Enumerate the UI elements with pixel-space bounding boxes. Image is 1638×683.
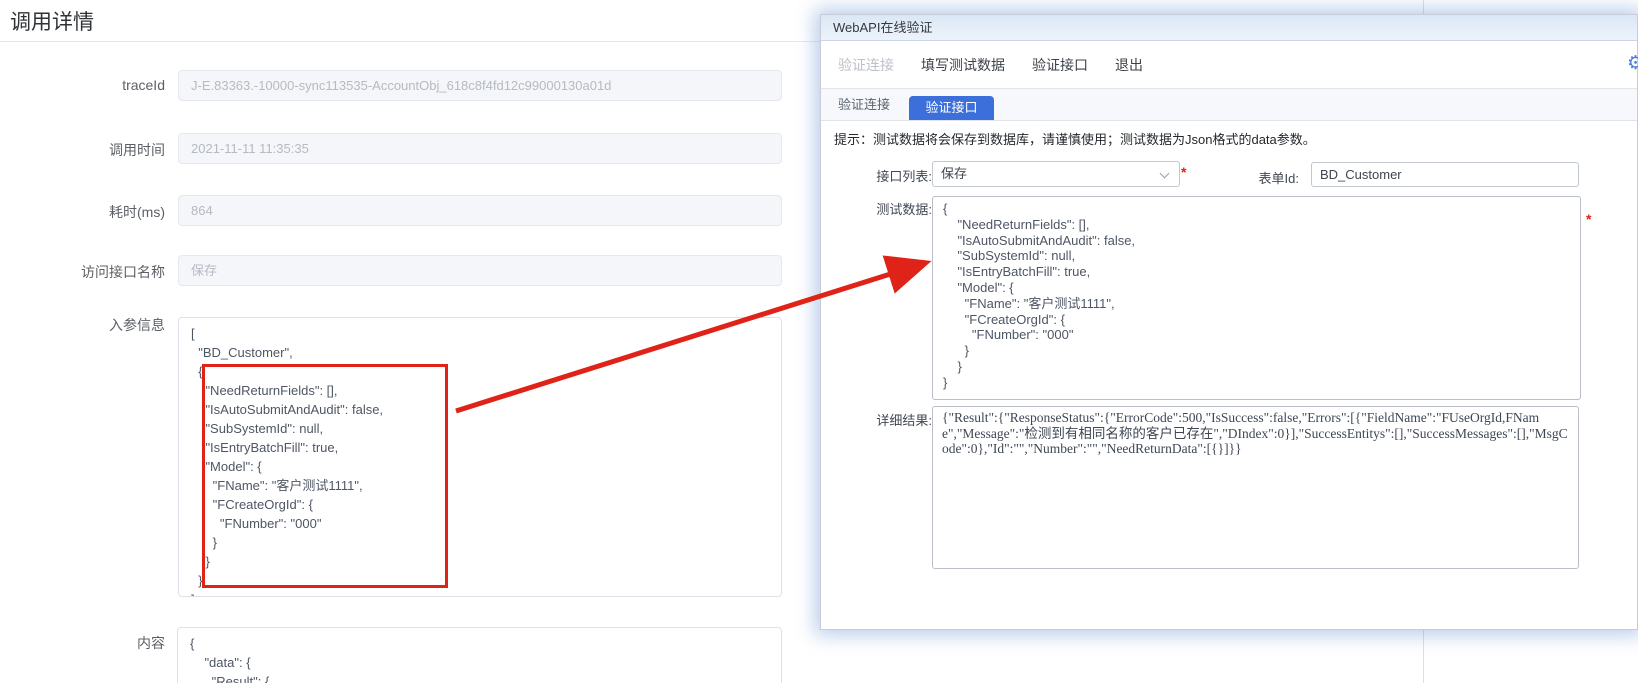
result-json: {"Result":{"ResponseStatus":{"ErrorCode"… <box>942 410 1568 456</box>
elapsed-label: 耗时(ms) <box>109 204 165 220</box>
dialog-hint-text: 提示：测试数据将会保存到数据库，请谨慎使用；测试数据为Json格式的data参数… <box>834 132 1316 147</box>
api-name-field[interactable]: 保存 <box>178 255 782 286</box>
test-data-json: { "NeedReturnFields": [], "IsAutoSubmitA… <box>943 201 1136 390</box>
api-list-select[interactable]: 保存 <box>932 161 1180 187</box>
api-name-label: 访问接口名称 <box>81 264 165 280</box>
chevron-down-icon <box>1159 168 1170 179</box>
input-params-label: 入参信息 <box>109 317 165 333</box>
dialog-title: WebAPI在线验证 <box>833 20 933 35</box>
result-label: 详细结果: <box>876 413 932 428</box>
form-id-input[interactable]: BD_Customer <box>1311 162 1579 187</box>
form-id-label: 表单Id: <box>1258 171 1299 186</box>
traceid-field[interactable]: J-E.83363.-10000-sync113535-AccountObj_6… <box>178 70 782 101</box>
menu-exit[interactable]: 退出 <box>1115 55 1143 75</box>
elapsed-field[interactable]: 864 <box>178 195 782 226</box>
screen: 调用详情 traceId J-E.83363.-10000-sync113535… <box>0 0 1638 683</box>
content-label: 内容 <box>137 635 165 651</box>
result-textarea[interactable]: {"Result":{"ResponseStatus":{"ErrorCode"… <box>932 406 1579 569</box>
menu-verify-api[interactable]: 验证接口 <box>1032 55 1088 75</box>
required-asterisk: * <box>1586 211 1592 227</box>
test-data-textarea[interactable]: { "NeedReturnFields": [], "IsAutoSubmitA… <box>932 196 1581 400</box>
tab-verify-connection[interactable]: 验证连接 <box>821 89 907 120</box>
content-json: { "data": { "Result": { <box>190 636 270 683</box>
input-params-json: [ "BD_Customer", { "NeedReturnFields": [… <box>191 326 384 596</box>
dialog-titlebar[interactable]: WebAPI在线验证 <box>821 15 1637 41</box>
required-asterisk: * <box>1181 164 1187 180</box>
webapi-validation-dialog: WebAPI在线验证 验证连接 填写测试数据 验证接口 退出 ⚙ 验证连接 验证… <box>820 14 1638 630</box>
traceid-label: traceId <box>122 77 165 93</box>
call-time-label: 调用时间 <box>109 142 165 158</box>
content-textarea[interactable]: { "data": { "Result": { <box>177 627 782 683</box>
call-time-field[interactable]: 2021-11-11 11:35:35 <box>178 133 782 164</box>
dialog-menubar: 验证连接 填写测试数据 验证接口 退出 ⚙ <box>821 41 1638 89</box>
test-data-label: 测试数据: <box>876 202 932 217</box>
menu-fill-test-data[interactable]: 填写测试数据 <box>921 55 1005 75</box>
gear-icon[interactable]: ⚙ <box>1627 52 1638 75</box>
tab-verify-api[interactable]: 验证接口 <box>909 96 994 120</box>
api-list-selected-value: 保存 <box>941 166 968 181</box>
dialog-tabbar: 验证连接 验证接口 <box>821 89 1637 121</box>
menu-verify-connection[interactable]: 验证连接 <box>838 55 894 75</box>
input-params-textarea[interactable]: [ "BD_Customer", { "NeedReturnFields": [… <box>178 317 782 597</box>
api-list-label: 接口列表: <box>876 169 932 184</box>
page-title: 调用详情 <box>10 11 94 34</box>
